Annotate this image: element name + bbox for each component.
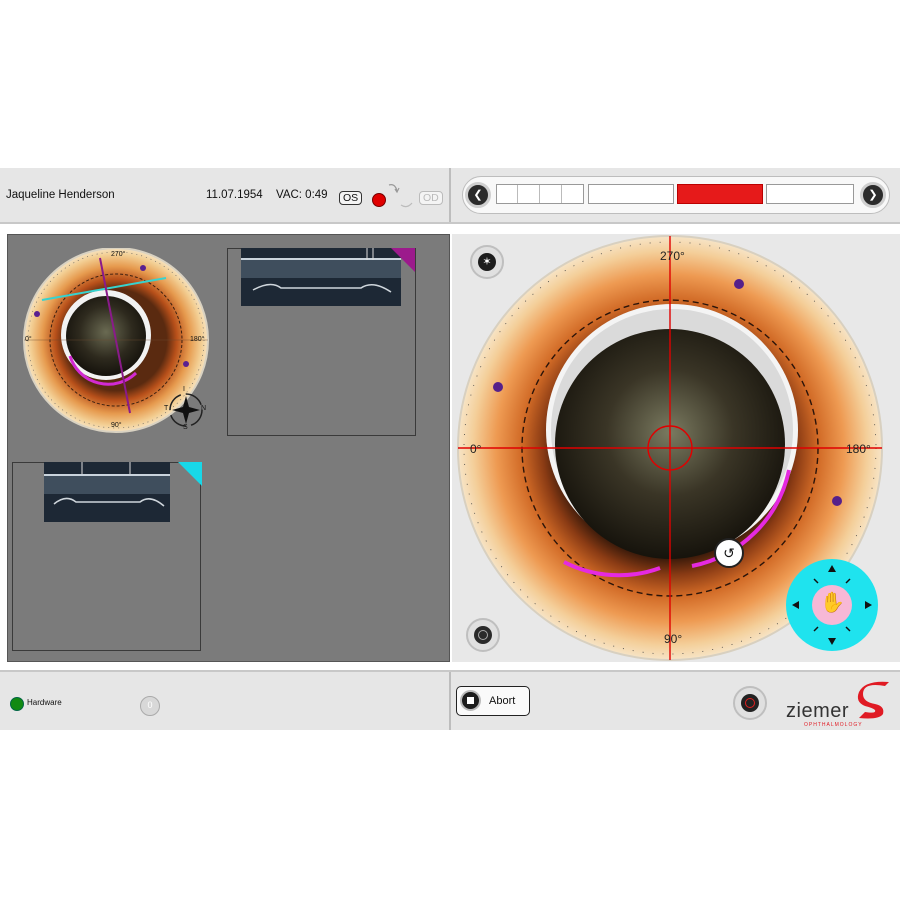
hand-icon: ✋	[820, 592, 845, 614]
small-view-label-left: 0°	[25, 336, 32, 343]
hardware-label: Hardware	[27, 698, 62, 707]
rotate-button[interactable]: ↺	[714, 538, 744, 568]
brand-tagline: OPHTHALMOLOGY	[804, 722, 863, 728]
patient-name: Jaqueline Henderson	[6, 189, 115, 201]
power-icon	[741, 694, 759, 712]
birth-date: 11.07.1954	[206, 189, 263, 201]
oct-scan-image-2	[44, 462, 202, 522]
small-view-label-bottom: 90°	[111, 422, 122, 429]
live-view-label-right: 180°	[846, 442, 871, 456]
compass-label-left: T	[164, 405, 169, 412]
eye-os-button[interactable]: OS	[339, 191, 363, 205]
compass-label-top: I	[183, 386, 185, 393]
header-separator	[0, 222, 900, 224]
progress-segment-1	[496, 184, 584, 204]
oct-scan-image-1	[241, 248, 415, 306]
chevron-right-icon: ❯	[868, 189, 878, 201]
stop-icon	[460, 690, 481, 711]
small-view-label-right: 180°	[190, 336, 205, 343]
brand-name: ziemer	[786, 700, 850, 722]
hardware-status-light	[10, 697, 24, 711]
abort-label: Abort	[489, 695, 516, 707]
chevron-left-icon: ❮	[473, 189, 483, 201]
live-view-label-bottom: 90°	[664, 632, 683, 646]
counter-badge[interactable]: 0	[140, 696, 160, 716]
power-button[interactable]	[733, 686, 767, 720]
progress-prev-button[interactable]: ❮	[465, 182, 491, 208]
abort-button[interactable]: Abort	[456, 686, 530, 716]
brand-logo-icon	[857, 681, 889, 719]
rotate-arrow-icon: ↺	[723, 545, 735, 561]
circle-target-icon	[474, 626, 492, 644]
progress-segment-4	[766, 184, 854, 204]
header-divider	[449, 168, 451, 222]
progress-next-button[interactable]: ❯	[860, 182, 886, 208]
progress-segment-3-active	[677, 184, 763, 204]
star-burst-icon: ✶	[478, 253, 496, 271]
compass-label-right: N	[201, 405, 207, 412]
vac-timer: VAC: 0:49	[276, 189, 328, 201]
compass-label-bottom: S	[183, 424, 188, 431]
footer-divider	[449, 672, 451, 730]
eye-swap-icon[interactable]	[385, 181, 415, 211]
live-view-label-left: 0°	[470, 442, 482, 456]
view-mode-button[interactable]	[466, 618, 500, 652]
overlay-toggle-button[interactable]: ✶	[470, 245, 504, 279]
live-view-label-top: 270°	[660, 249, 685, 263]
small-view-label-top: 270°	[111, 251, 126, 258]
progress-segment-2	[588, 184, 674, 204]
eye-od-button[interactable]: OD	[419, 191, 443, 205]
recording-status-dot	[372, 193, 386, 207]
